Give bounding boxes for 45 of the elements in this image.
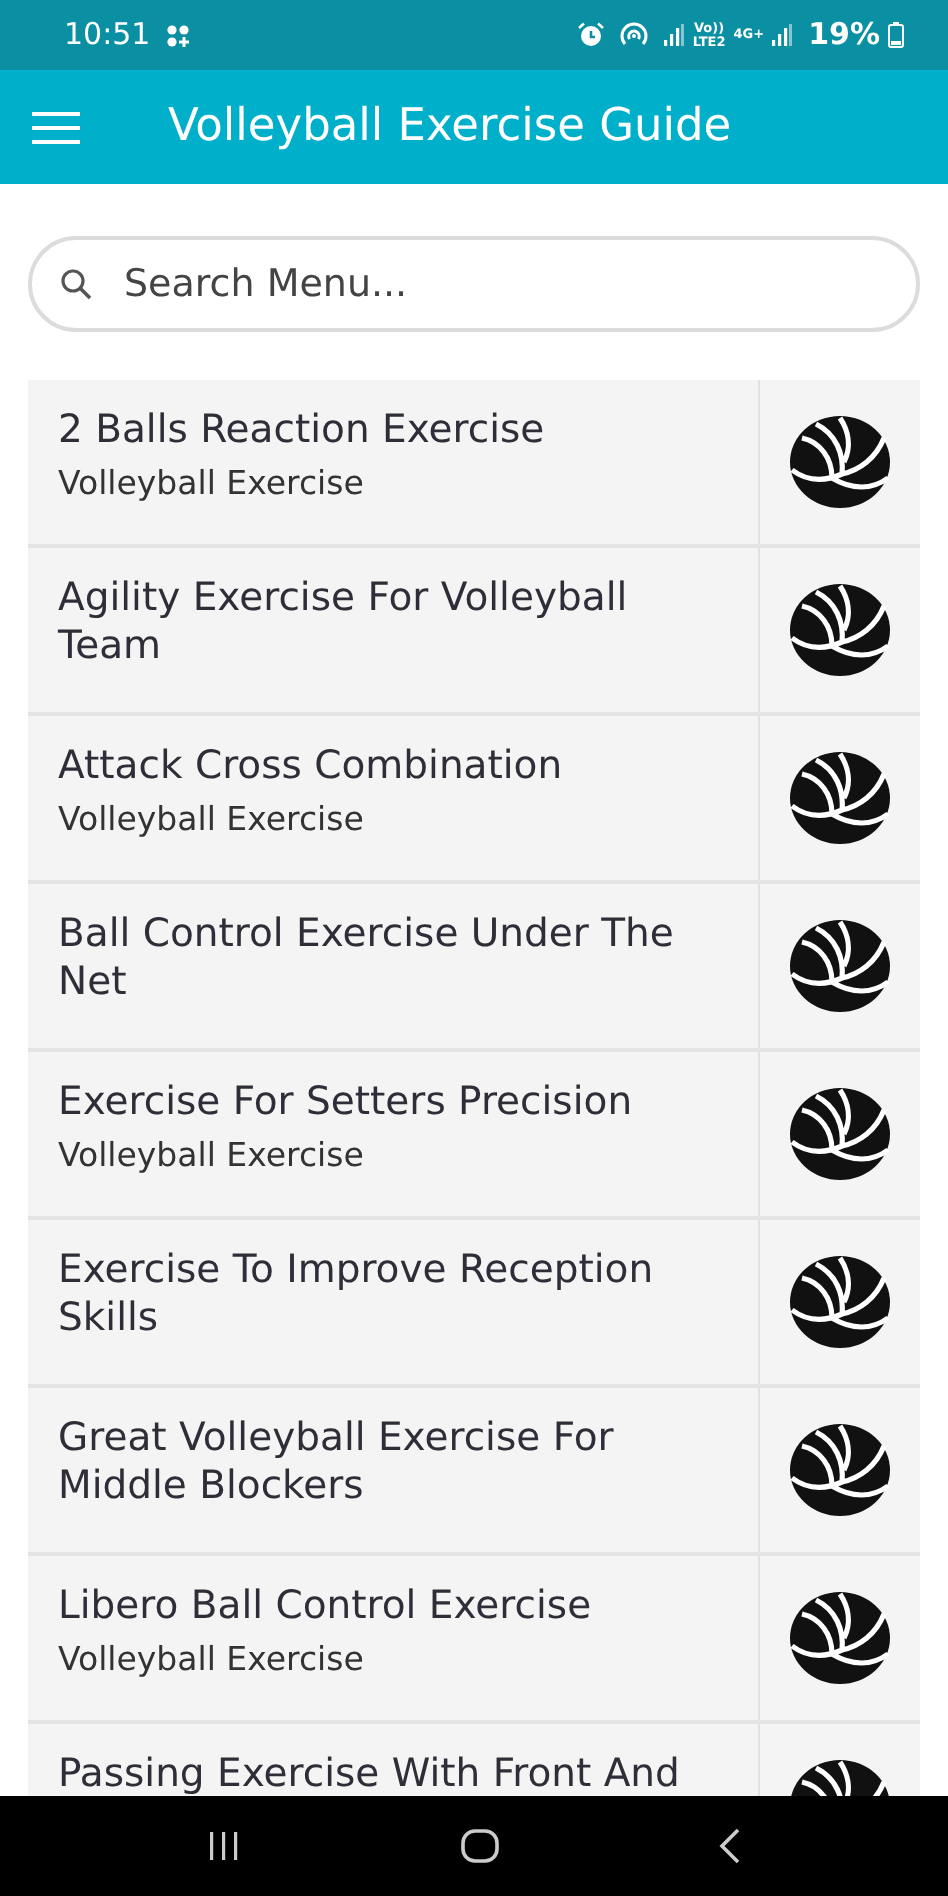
- menu-icon[interactable]: [32, 111, 80, 143]
- item-subtitle: Volleyball Exercise: [58, 462, 366, 506]
- volleyball-icon: [788, 1086, 892, 1182]
- list-item[interactable]: Exercise To Improve Reception Skills: [28, 1220, 920, 1388]
- volleyball-icon: [788, 414, 892, 510]
- hotspot-icon: [620, 22, 649, 48]
- list-item[interactable]: Great Volleyball Exercise For Middle Blockers: [28, 1388, 920, 1556]
- volleyball-icon: [788, 1254, 892, 1350]
- list-item[interactable]: Ball Control Exercise Under The Net: [28, 884, 920, 1052]
- item-title: Attack Cross Combination: [58, 742, 565, 790]
- item-title: Agility Exercise For Volleyball Team: [58, 574, 630, 670]
- home-icon[interactable]: [459, 1828, 500, 1864]
- list-item[interactable]: Attack Cross Combination Volleyball Exercise: [28, 716, 920, 884]
- search-icon: [60, 268, 92, 300]
- item-title: Libero Ball Control Exercise: [58, 1582, 594, 1630]
- item-title: Ball Control Exercise Under The Net: [58, 910, 676, 1006]
- item-title: Passing Exercise With Front And: [58, 1750, 682, 1796]
- volleyball-icon: [788, 582, 892, 678]
- item-subtitle: Volleyball Exercise: [58, 1134, 366, 1178]
- list-item[interactable]: Exercise For Setters Precision Volleyball Exercise: [28, 1052, 920, 1220]
- status-time: 10:51: [64, 14, 151, 57]
- battery-icon: [888, 22, 904, 48]
- notification-icon: [166, 23, 191, 47]
- item-title: Exercise For Setters Precision: [58, 1078, 635, 1126]
- volleyball-icon: [788, 1590, 892, 1686]
- item-subtitle: Volleyball Exercise: [58, 1638, 366, 1682]
- item-subtitle: Volleyball Exercise: [58, 798, 366, 842]
- list-item[interactable]: Libero Ball Control Exercise Volleyball Exercise: [28, 1556, 920, 1724]
- app-title: Volleyball Exercise Guide: [168, 97, 732, 156]
- back-icon[interactable]: [718, 1828, 743, 1864]
- search-field[interactable]: Search Menu...: [28, 236, 920, 332]
- item-title: 2 Balls Reaction Exercise: [58, 406, 547, 454]
- volleyball-icon: [788, 918, 892, 1014]
- volleyball-icon: [788, 1422, 892, 1518]
- alarm-icon: [578, 22, 605, 48]
- item-title: Great Volleyball Exercise For Middle Blockers: [58, 1414, 616, 1510]
- battery-level: 19%: [808, 14, 880, 57]
- signal-icon: [772, 24, 793, 46]
- recent-apps-icon[interactable]: [205, 1830, 242, 1862]
- volleyball-icon: [788, 750, 892, 846]
- signal-icon: [664, 24, 685, 46]
- list-item[interactable]: 2 Balls Reaction Exercise Volleyball Exercise: [28, 380, 920, 548]
- list-item[interactable]: Agility Exercise For Volleyball Team: [28, 548, 920, 716]
- list-item[interactable]: Passing Exercise With Front And: [28, 1724, 920, 1796]
- item-title: Exercise To Improve Reception Skills: [58, 1246, 656, 1342]
